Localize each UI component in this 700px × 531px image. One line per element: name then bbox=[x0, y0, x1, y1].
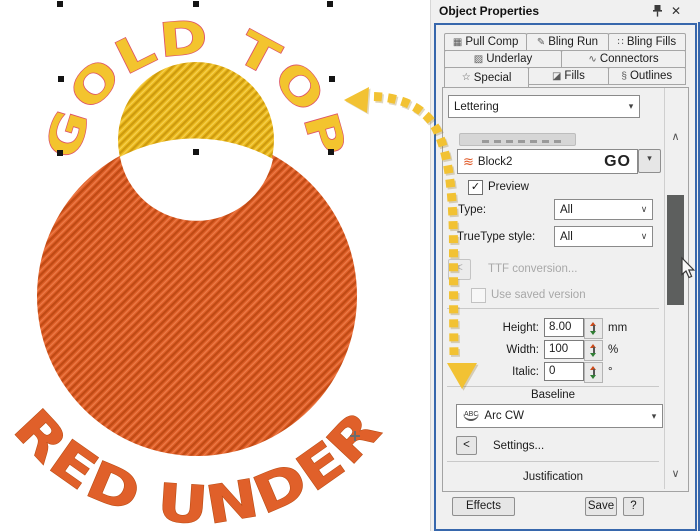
ttf-conversion-label: TTF conversion... bbox=[488, 263, 577, 275]
preview-checkbox[interactable]: ✓ bbox=[468, 180, 483, 195]
scrollbar-thumb[interactable] bbox=[667, 195, 684, 305]
fills-icon: ◪ bbox=[552, 71, 561, 82]
font-name: Block2 bbox=[473, 156, 604, 168]
italic-input[interactable]: 0 bbox=[544, 362, 584, 381]
scrollbar-track[interactable] bbox=[664, 88, 665, 489]
bling-run-icon: ✎ bbox=[537, 37, 545, 48]
tab-bling-run[interactable]: ✎ Bling Run bbox=[526, 33, 608, 51]
arc-baseline-icon: ABC bbox=[463, 411, 479, 421]
truetype-style-label: TrueType style: bbox=[457, 231, 535, 243]
baseline-dropdown[interactable]: ABC Arc CW ▾ bbox=[456, 404, 663, 428]
partially-scrolled-button[interactable] bbox=[459, 133, 576, 146]
effects-button[interactable]: Effects bbox=[452, 497, 515, 516]
special-star-icon: ☆ bbox=[462, 72, 471, 83]
height-stepper[interactable] bbox=[584, 318, 603, 339]
chevron-down-icon: ∨ bbox=[636, 231, 652, 242]
italic-stepper[interactable] bbox=[584, 362, 603, 383]
tab-label: Outlines bbox=[630, 70, 672, 82]
pin-icon[interactable] bbox=[649, 4, 665, 20]
preview-label: Preview bbox=[488, 181, 529, 193]
tab-bling-fills[interactable]: ∷ Bling Fills bbox=[608, 33, 686, 51]
font-preview-sample: GO bbox=[604, 153, 637, 171]
tab-row-2: ▨ Underlay ∿ Connectors bbox=[444, 50, 685, 68]
font-dropdown-button[interactable]: ▾ bbox=[638, 149, 661, 173]
selection-handle[interactable] bbox=[327, 1, 333, 7]
divider bbox=[447, 308, 659, 309]
ttf-expand-button: < bbox=[448, 259, 471, 280]
stitch-font-icon: ≋ bbox=[458, 154, 473, 170]
selection-handle[interactable] bbox=[329, 76, 335, 82]
tab-underlay[interactable]: ▨ Underlay bbox=[444, 50, 562, 68]
tab-fills[interactable]: ◪ Fills bbox=[528, 67, 608, 85]
height-label: Height: bbox=[471, 322, 539, 334]
panel-titlebar[interactable]: Object Properties ✕ bbox=[431, 0, 700, 23]
embroidery-design[interactable]: GOLD TOP RED UNDER bbox=[2, 9, 394, 531]
underlay-icon: ▨ bbox=[474, 54, 483, 65]
tab-label: Special bbox=[474, 72, 512, 84]
type-label: Type: bbox=[458, 204, 486, 216]
italic-unit: ° bbox=[608, 366, 613, 378]
truetype-style-value: All bbox=[555, 231, 636, 243]
type-value: All bbox=[555, 204, 636, 216]
pull-comp-icon: ▦ bbox=[453, 37, 462, 48]
tab-connectors[interactable]: ∿ Connectors bbox=[561, 50, 686, 68]
type-dropdown[interactable]: All ∨ bbox=[554, 199, 653, 220]
width-input[interactable]: 100 bbox=[544, 340, 584, 359]
tab-label: Bling Fills bbox=[627, 36, 676, 48]
tab-row-3: ☆ Special ◪ Fills § Outlines bbox=[444, 67, 685, 88]
object-type-value: Lettering bbox=[449, 101, 623, 113]
object-type-dropdown[interactable]: Lettering ▾ bbox=[448, 95, 640, 118]
font-selector[interactable]: ≋ Block2 GO bbox=[457, 149, 638, 174]
tab-row-1: ▦ Pull Comp ✎ Bling Run ∷ Bling Fills bbox=[444, 33, 685, 51]
tab-special[interactable]: ☆ Special bbox=[444, 67, 529, 88]
divider bbox=[447, 461, 659, 462]
use-saved-version-checkbox bbox=[471, 288, 486, 303]
width-label: Width: bbox=[471, 344, 539, 356]
baseline-expand-button[interactable]: < bbox=[456, 436, 477, 455]
help-button[interactable]: ? bbox=[623, 497, 644, 516]
tab-label: Bling Run bbox=[548, 36, 598, 48]
tab-label: Underlay bbox=[486, 53, 532, 65]
justification-section-header[interactable]: Justification bbox=[447, 471, 659, 483]
outlines-icon: § bbox=[621, 71, 627, 82]
use-saved-version-label: Use saved version bbox=[491, 289, 586, 301]
italic-label: Italic: bbox=[471, 366, 539, 378]
save-button[interactable]: Save bbox=[585, 497, 617, 516]
chevron-down-icon: ▾ bbox=[647, 153, 652, 163]
tab-label: Pull Comp bbox=[465, 36, 518, 48]
selection-handle[interactable] bbox=[193, 149, 199, 155]
selection-handle[interactable] bbox=[57, 150, 63, 156]
chevron-down-icon: ▾ bbox=[623, 101, 639, 112]
selection-handle[interactable] bbox=[193, 1, 199, 7]
scroll-down-icon[interactable]: ∨ bbox=[667, 468, 684, 482]
tab-outlines[interactable]: § Outlines bbox=[608, 67, 686, 85]
tab-label: Connectors bbox=[600, 53, 659, 65]
tab-label: Fills bbox=[564, 70, 584, 82]
chevron-down-icon: ∨ bbox=[636, 204, 652, 215]
close-icon[interactable]: ✕ bbox=[668, 4, 684, 20]
settings-link[interactable]: Settings... bbox=[493, 440, 544, 452]
application-window: { "design": { "top_text": "GOLD TOP", "b… bbox=[0, 0, 700, 531]
chevron-down-icon: ▾ bbox=[646, 411, 662, 422]
baseline-header: Baseline bbox=[447, 389, 659, 401]
panel-title: Object Properties bbox=[439, 4, 539, 18]
width-unit: % bbox=[608, 344, 618, 356]
height-input[interactable]: 8.00 bbox=[544, 318, 584, 337]
selection-handle[interactable] bbox=[328, 149, 334, 155]
divider bbox=[447, 386, 659, 387]
baseline-value: Arc CW bbox=[479, 410, 646, 422]
bling-fills-icon: ∷ bbox=[618, 37, 624, 48]
connectors-icon: ∿ bbox=[588, 54, 596, 65]
object-properties-panel: Object Properties ✕ ▦ Pull Comp ✎ Bling … bbox=[430, 0, 700, 531]
width-stepper[interactable] bbox=[584, 340, 603, 361]
selection-handle[interactable] bbox=[58, 76, 64, 82]
selection-handle[interactable] bbox=[57, 1, 63, 7]
tab-pull-comp[interactable]: ▦ Pull Comp bbox=[444, 33, 527, 51]
height-unit: mm bbox=[608, 322, 627, 334]
scroll-up-icon[interactable]: ∧ bbox=[667, 131, 684, 145]
truetype-style-dropdown[interactable]: All ∨ bbox=[554, 226, 653, 247]
